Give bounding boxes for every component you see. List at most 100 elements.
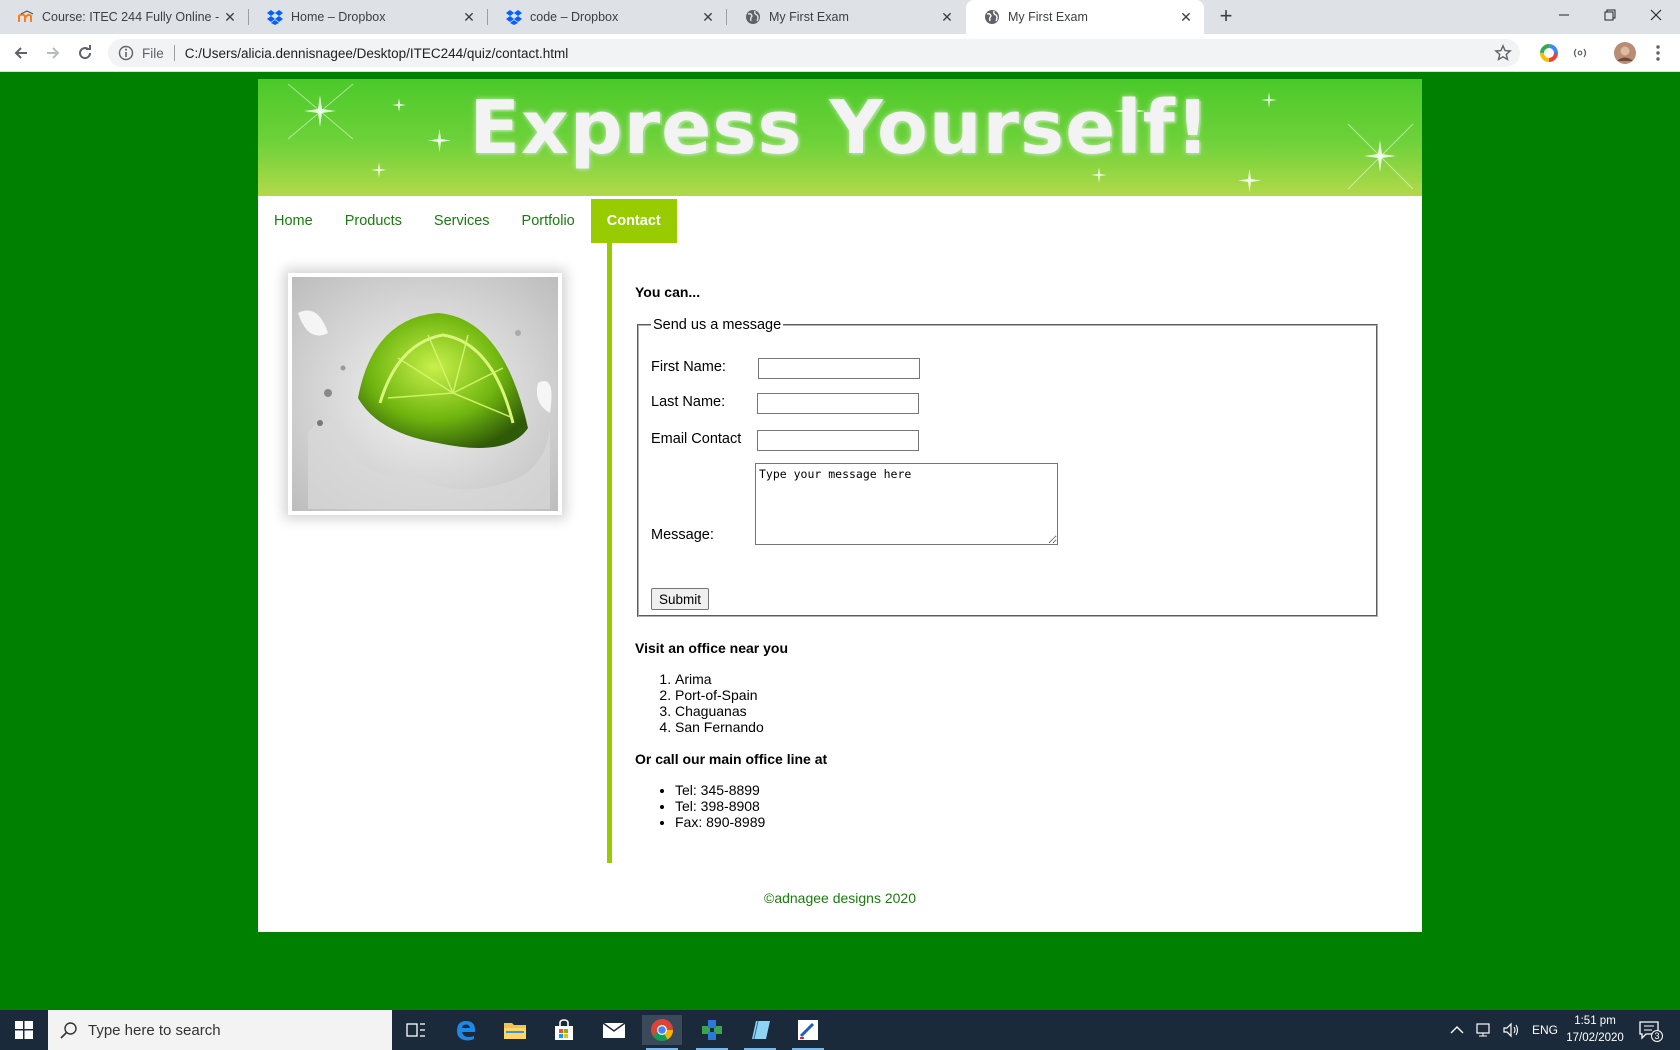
globe-icon xyxy=(746,10,760,24)
language-indicator[interactable]: ENG xyxy=(1532,1023,1558,1037)
banner-title: Express Yourself! xyxy=(469,85,1211,171)
nav-home[interactable]: Home xyxy=(258,199,329,243)
tab-title: My First Exam xyxy=(1008,10,1088,24)
close-window-button[interactable] xyxy=(1633,0,1679,30)
divider xyxy=(173,45,175,61)
forward-button[interactable] xyxy=(42,42,64,64)
arrow-left-icon xyxy=(14,47,27,59)
clock-time: 1:51 pm xyxy=(1574,1015,1616,1027)
mail-button[interactable] xyxy=(594,1015,634,1045)
arrow-right-icon xyxy=(47,47,60,59)
paint-taskbar-button[interactable] xyxy=(788,1015,828,1050)
browser-tab[interactable]: Home – Dropbox ✕ xyxy=(249,0,487,34)
first-name-field[interactable] xyxy=(758,358,920,379)
page-container: Express Yourself! Home Products Services… xyxy=(258,79,1422,932)
globe-icon xyxy=(985,10,999,24)
url-text[interactable]: C:/Users/alicia.dennisnagee/Desktop/ITEC… xyxy=(185,46,568,61)
start-button[interactable] xyxy=(0,1010,48,1050)
tab-title: My First Exam xyxy=(769,10,849,24)
close-icon[interactable]: ✕ xyxy=(939,9,955,25)
office-list: Arima Port-of-Spain Chaguanas San Fernan… xyxy=(675,671,764,735)
task-view-button[interactable] xyxy=(396,1015,436,1045)
volume-icon[interactable] xyxy=(1502,1022,1520,1038)
list-item: Fax: 890-8989 xyxy=(675,814,765,830)
list-item: San Fernando xyxy=(675,719,764,735)
notepad-taskbar-button[interactable] xyxy=(740,1015,780,1050)
nav-services[interactable]: Services xyxy=(418,199,506,243)
new-tab-button[interactable]: + xyxy=(1214,5,1238,29)
chrome-icon xyxy=(651,1019,673,1041)
network-icon[interactable] xyxy=(1474,1022,1492,1038)
address-bar[interactable]: File C:/Users/alicia.dennisnagee/Desktop… xyxy=(108,39,1520,67)
store-button[interactable] xyxy=(544,1015,584,1045)
browser-tab[interactable]: code – Dropbox ✕ xyxy=(488,0,726,34)
message-label: Message: xyxy=(651,527,714,543)
action-center-button[interactable]: 3 xyxy=(1638,1018,1663,1042)
avatar[interactable] xyxy=(1614,42,1636,64)
tab-title: Course: ITEC 244 Fully Online - In xyxy=(42,10,222,24)
last-name-field[interactable] xyxy=(757,393,919,414)
minimize-button[interactable] xyxy=(1541,0,1587,30)
notification-count-badge: 3 xyxy=(1651,1030,1663,1042)
first-name-label: First Name: xyxy=(651,359,726,375)
call-heading: Or call our main office line at xyxy=(635,751,828,767)
bookmark-star-icon[interactable] xyxy=(1494,44,1512,62)
system-tray: ENG xyxy=(1450,1010,1558,1050)
browser-tab-active[interactable]: My First Exam ✕ xyxy=(966,0,1204,34)
nav-contact[interactable]: Contact xyxy=(590,199,677,243)
cast-icon[interactable] xyxy=(1570,43,1590,63)
nav-portfolio[interactable]: Portfolio xyxy=(506,199,591,243)
windows-logo-icon xyxy=(15,1021,33,1039)
folder-icon xyxy=(504,1023,526,1039)
reload-icon xyxy=(79,45,92,60)
submit-button[interactable]: Submit xyxy=(651,588,710,610)
message-fieldset: Send us a message First Name: Last Name:… xyxy=(637,317,1378,617)
banner: Express Yourself! xyxy=(258,79,1422,196)
site-footer: ©adnagee designs 2020 xyxy=(764,890,916,906)
list-item: Chaguanas xyxy=(675,703,764,719)
edge-taskbar-button[interactable] xyxy=(446,1015,486,1045)
notepad-icon xyxy=(752,1020,770,1040)
restore-icon xyxy=(1604,9,1616,21)
file-explorer-button[interactable] xyxy=(495,1015,535,1045)
chevron-up-icon[interactable] xyxy=(1450,1025,1464,1035)
clock-date: 17/02/2020 xyxy=(1566,1032,1624,1044)
windows-taskbar: Type here to search ENG 1:51 pm 17/02/20… xyxy=(0,1010,1680,1050)
phone-list: Tel: 345-8899 Tel: 398-8908 Fax: 890-898… xyxy=(675,782,765,830)
edge-icon xyxy=(457,1021,475,1041)
app-taskbar-button[interactable] xyxy=(692,1015,732,1050)
email-label: Email Contact xyxy=(651,431,742,447)
search-placeholder: Type here to search xyxy=(88,1021,221,1039)
list-item: Port-of-Spain xyxy=(675,687,764,703)
message-textarea[interactable]: Type your message here xyxy=(755,463,1058,545)
browser-tab[interactable]: My First Exam ✕ xyxy=(727,0,965,34)
chrome-taskbar-button[interactable] xyxy=(642,1015,682,1050)
close-icon[interactable]: ✕ xyxy=(461,9,477,25)
close-icon[interactable]: ✕ xyxy=(700,9,716,25)
taskbar-clock[interactable]: 1:51 pm 17/02/2020 xyxy=(1560,1013,1630,1047)
browser-menu-button[interactable] xyxy=(1647,42,1669,64)
lime-image xyxy=(288,273,562,515)
browser-tab-strip: Course: ITEC 244 Fully Online - In ✕ Hom… xyxy=(0,0,1680,34)
search-icon xyxy=(60,1022,77,1039)
dropbox-icon xyxy=(506,10,522,25)
nav-products[interactable]: Products xyxy=(329,199,418,243)
info-icon[interactable] xyxy=(118,45,134,61)
url-scheme: File xyxy=(142,45,164,61)
last-name-label: Last Name: xyxy=(651,394,726,410)
puzzle-app-icon xyxy=(702,1020,722,1040)
mail-icon xyxy=(602,1022,626,1038)
browser-toolbar: File C:/Users/alicia.dennisnagee/Desktop… xyxy=(0,34,1680,72)
close-icon[interactable]: ✕ xyxy=(222,9,238,25)
reload-button[interactable] xyxy=(74,42,96,64)
site-nav: Home Products Services Portfolio Contact xyxy=(258,199,677,243)
close-icon[interactable]: ✕ xyxy=(1178,9,1194,25)
list-item: Arima xyxy=(675,671,764,687)
extension-color-icon[interactable] xyxy=(1539,43,1559,63)
email-field[interactable] xyxy=(757,430,919,451)
restore-button[interactable] xyxy=(1587,0,1633,30)
task-view-icon xyxy=(406,1023,425,1037)
taskbar-search-box[interactable]: Type here to search xyxy=(48,1010,392,1050)
back-button[interactable] xyxy=(10,42,32,64)
browser-tab[interactable]: Course: ITEC 244 Fully Online - In ✕ xyxy=(0,0,248,34)
